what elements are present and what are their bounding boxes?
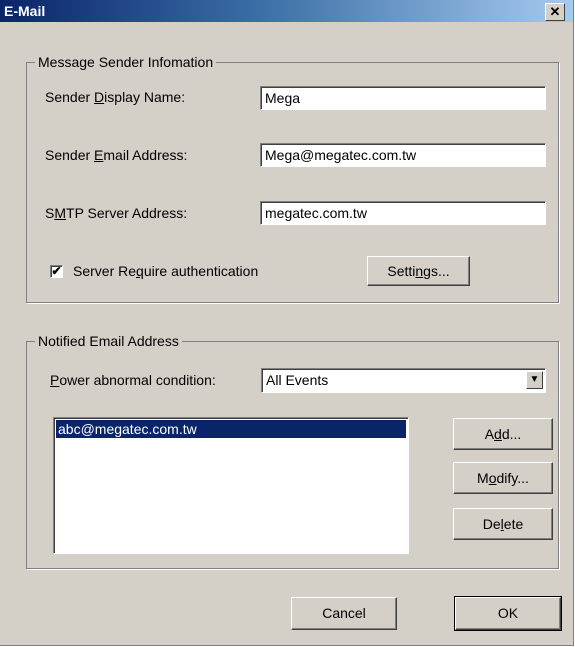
smtp-address-field[interactable] <box>260 201 546 225</box>
condition-select[interactable]: All Events ▼ <box>261 368 546 393</box>
display-name-field[interactable] <box>260 86 546 110</box>
email-list-item[interactable]: abc@megatec.com.tw <box>56 420 406 438</box>
email-address-field[interactable] <box>260 143 546 167</box>
auth-checkbox[interactable]: ✔ <box>50 265 63 278</box>
title-bar[interactable]: E-Mail ✕ <box>0 0 573 22</box>
email-dialog: E-Mail ✕ Message Sender Infomation Sende… <box>0 0 574 646</box>
smtp-address-label: SMTP Server Address: <box>45 205 188 221</box>
condition-label: Power abnormal condition: <box>50 372 216 388</box>
delete-button[interactable]: Delete <box>453 508 553 540</box>
cancel-button[interactable]: Cancel <box>291 597 397 630</box>
ok-button[interactable]: OK <box>454 596 562 631</box>
display-name-label: Sender Display Name: <box>45 89 186 105</box>
chevron-down-icon: ▼ <box>529 374 540 385</box>
sender-info-group-label: Message Sender Infomation <box>35 54 217 70</box>
condition-select-value: All Events <box>266 372 329 388</box>
modify-button[interactable]: Modify... <box>453 462 553 494</box>
close-icon: ✕ <box>549 4 561 19</box>
add-button[interactable]: Add... <box>453 418 553 450</box>
dropdown-arrow-button[interactable]: ▼ <box>526 371 543 389</box>
close-button[interactable]: ✕ <box>545 3 565 21</box>
settings-button[interactable]: Settings... <box>367 256 470 286</box>
auth-label[interactable]: Server Require authentication <box>73 263 258 279</box>
notified-email-group-label: Notified Email Address <box>35 333 182 349</box>
checkmark-icon: ✔ <box>51 264 62 278</box>
email-address-label: Sender Email Address: <box>45 147 188 163</box>
email-list[interactable]: abc@megatec.com.tw <box>53 417 409 554</box>
window-title: E-Mail <box>4 3 46 19</box>
